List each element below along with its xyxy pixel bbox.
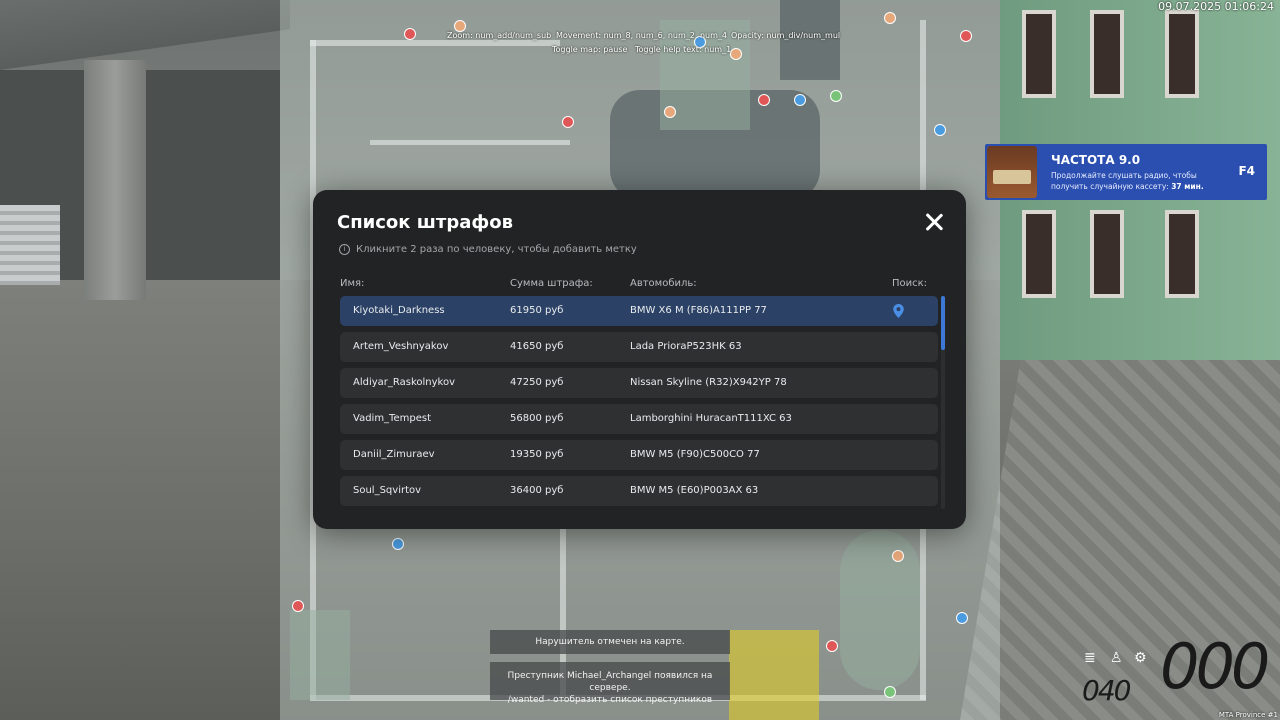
map-blip (884, 686, 896, 698)
overpass-pillar (84, 60, 146, 300)
map-district (290, 610, 350, 700)
map-hint-toggle-help: Toggle help text: num_1 (635, 45, 732, 54)
map-blip (730, 48, 742, 60)
radio-description: Продолжайте слушать радио, чтобы получит… (1051, 170, 1211, 192)
radio-widget: ЧАСТОТА 9.0 Продолжайте слушать радио, ч… (985, 144, 1267, 200)
building-window (1165, 210, 1199, 298)
column-search: Поиск: (892, 278, 928, 289)
fine-name: Artem_Veshnyakov (353, 341, 449, 352)
fine-name: Soul_Sqvirtov (353, 485, 422, 496)
modal-title: Список штрафов (337, 212, 513, 233)
fine-amount: 56800 руб (510, 413, 564, 424)
map-blip (664, 106, 676, 118)
notification-criminal: Преступник Michael_Archangel появился на… (490, 662, 730, 705)
fine-amount: 41650 руб (510, 341, 564, 352)
headlights-icon: ≣ (1084, 650, 1096, 666)
info-icon: i (339, 244, 350, 255)
scrollbar-thumb[interactable] (941, 296, 945, 350)
map-blip (960, 30, 972, 42)
map-blip (404, 28, 416, 40)
radio-title: ЧАСТОТА 9.0 (1051, 153, 1141, 167)
fine-row[interactable]: Daniil_Zimuraev 19350 руб BMW M5 (F90)C5… (340, 440, 938, 470)
server-label: MTA Province #1 (1218, 711, 1278, 719)
radio-icon (987, 146, 1037, 198)
fine-car: Lamborghini HuracanT111XC 63 (630, 413, 792, 424)
notification-wanted-hint: /wanted - отобразить список преступников (507, 695, 713, 705)
fine-car: BMW M5 (E60)P003AX 63 (630, 485, 759, 496)
fine-name: Vadim_Tempest (353, 413, 431, 424)
fine-amount: 47250 руб (510, 377, 564, 388)
map-blip (758, 94, 770, 106)
fine-row[interactable]: Vadim_Tempest 56800 руб Lamborghini Hura… (340, 404, 938, 434)
building-window (1090, 210, 1124, 298)
map-blip (892, 550, 904, 562)
fine-amount: 36400 руб (510, 485, 564, 496)
engine-icon: ⚙ (1134, 650, 1147, 666)
building-window (1090, 10, 1124, 98)
map-hint-toggle-map: Toggle map: pause (552, 45, 628, 54)
fine-row[interactable]: Aldiyar_Raskolnykov 47250 руб Nissan Sky… (340, 368, 938, 398)
column-name: Имя: (340, 278, 365, 289)
map-blip (830, 90, 842, 102)
fine-car: Nissan Skyline (R32)X942YP 78 (630, 377, 787, 388)
close-icon[interactable] (922, 210, 946, 234)
map-road (370, 140, 570, 145)
location-pin-icon[interactable] (893, 304, 904, 318)
fine-row[interactable]: Soul_Sqvirtov 36400 руб BMW M5 (E60)P003… (340, 476, 938, 506)
fine-car: BMW M5 (F90)C500CO 77 (630, 449, 760, 460)
fine-name: Aldiyar_Raskolnykov (353, 377, 456, 388)
fine-row[interactable]: Artem_Veshnyakov 41650 руб Lada PrioraP5… (340, 332, 938, 362)
map-zone-highlight (729, 630, 819, 720)
map-road (310, 40, 560, 46)
fuel-gauge: 040 (1082, 674, 1131, 707)
fines-list[interactable]: Kiyotaki_Darkness 61950 руб BMW X6 M (F8… (340, 296, 940, 509)
fine-amount: 19350 руб (510, 449, 564, 460)
map-blip (884, 12, 896, 24)
info-text: Кликните 2 раза по человеку, чтобы добав… (356, 244, 637, 255)
column-amount: Сумма штрафа: (510, 278, 593, 289)
fine-name: Kiyotaki_Darkness (353, 305, 445, 316)
map-blip (292, 600, 304, 612)
notification-marked: Нарушитель отмечен на карте. (490, 630, 730, 654)
map-blip (392, 538, 404, 550)
fines-modal: Список штрафов i Кликните 2 раза по чело… (313, 190, 966, 529)
radio-hotkey: F4 (1238, 164, 1255, 178)
map-blip (826, 640, 838, 652)
building-window (1165, 10, 1199, 98)
radio-time: 37 мин. (1171, 182, 1204, 191)
map-district (840, 530, 920, 690)
fine-car: BMW X6 M (F86)A111PP 77 (630, 305, 767, 316)
map-hint-opacity: Opacity: num_div/num_mul (731, 31, 841, 40)
fine-row[interactable]: Kiyotaki_Darkness 61950 руб BMW X6 M (F8… (340, 296, 938, 326)
map-blip (794, 94, 806, 106)
map-water (780, 0, 840, 80)
building-window (1022, 10, 1056, 98)
map-blip (562, 116, 574, 128)
timestamp: 09.07.2025 01:06:24 (1158, 0, 1274, 13)
fine-name: Daniil_Zimuraev (353, 449, 435, 460)
building-window (1022, 210, 1056, 298)
speedometer: 000 (1160, 630, 1270, 703)
column-car: Автомобиль: (630, 278, 697, 289)
fine-amount: 61950 руб (510, 305, 564, 316)
seatbelt-icon: ♙ (1110, 650, 1123, 666)
map-hint-movement: Movement: num_8, num_6, num_2, num_4 (556, 31, 727, 40)
distant-building (0, 205, 60, 285)
map-blip (956, 612, 968, 624)
map-hint-zoom: Zoom: num_add/num_sub (447, 31, 552, 40)
notification-criminal-text: Преступник Michael_Archangel появился на… (507, 671, 713, 693)
map-blip (934, 124, 946, 136)
fine-car: Lada PrioraP523HK 63 (630, 341, 742, 352)
